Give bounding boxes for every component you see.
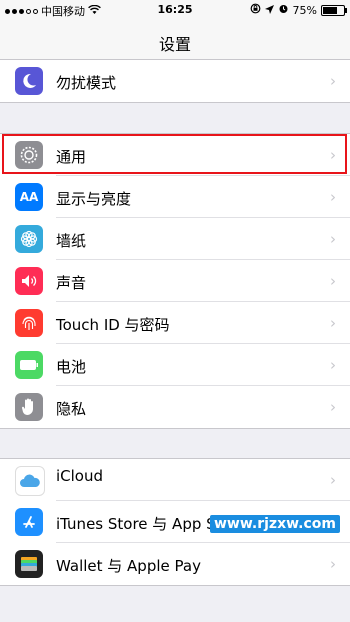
row-label: iCloud xyxy=(56,467,104,485)
settings-group-1: 勿扰模式 › xyxy=(0,59,350,103)
speaker-icon xyxy=(15,267,43,295)
settings-row-wallet-apple-pay[interactable]: Wallet 与 Apple Pay › xyxy=(0,543,350,585)
settings-row-touch-id[interactable]: Touch ID 与密码 › xyxy=(0,302,350,344)
gear-icon xyxy=(15,141,43,169)
moon-icon xyxy=(15,67,43,95)
chevron-right-icon: › xyxy=(330,230,336,248)
status-bar: 中国移动 16:25 75% xyxy=(0,0,350,20)
wallet-icon xyxy=(15,550,43,578)
chevron-right-icon: › xyxy=(330,471,336,489)
chevron-right-icon: › xyxy=(330,314,336,332)
nav-bar: 设置 xyxy=(0,20,350,64)
location-icon xyxy=(264,4,274,17)
settings-row-wallpaper[interactable]: 墙纸 › xyxy=(0,218,350,260)
wallpaper-flower-icon xyxy=(15,225,43,253)
settings-group-2: 通用 › AA 显示与亮度 › 墙纸 › 声音 › Touch ID 与密码 › xyxy=(0,133,350,429)
app-store-icon xyxy=(15,508,43,536)
chevron-right-icon: › xyxy=(330,398,336,416)
row-label: Wallet 与 Apple Pay xyxy=(56,557,201,575)
settings-row-privacy[interactable]: 隐私 › xyxy=(0,386,350,428)
battery-status-icon xyxy=(321,4,347,16)
fingerprint-icon xyxy=(15,309,43,337)
row-label: 显示与亮度 xyxy=(56,190,132,208)
settings-row-general[interactable]: 通用 › xyxy=(0,134,350,176)
row-label: Touch ID 与密码 xyxy=(56,316,170,334)
hand-icon xyxy=(15,393,43,421)
row-label: 隐私 xyxy=(56,400,87,418)
rotation-lock-icon xyxy=(250,3,261,17)
chevron-right-icon: › xyxy=(330,272,336,290)
display-aa-icon: AA xyxy=(15,183,43,211)
row-label: 通用 xyxy=(56,148,87,166)
chevron-right-icon: › xyxy=(330,72,336,90)
chevron-right-icon: › xyxy=(330,356,336,374)
chevron-right-icon: › xyxy=(330,188,336,206)
status-right: 75% xyxy=(250,3,347,17)
alarm-icon xyxy=(278,3,289,17)
battery-icon xyxy=(15,351,43,379)
settings-row-do-not-disturb[interactable]: 勿扰模式 › xyxy=(0,60,350,102)
row-label: 电池 xyxy=(56,358,87,376)
cloud-icon xyxy=(15,466,45,496)
row-label: 墙纸 xyxy=(56,232,87,250)
settings-row-battery[interactable]: 电池 › xyxy=(0,344,350,386)
settings-row-sounds[interactable]: 声音 › xyxy=(0,260,350,302)
row-label: 声音 xyxy=(56,274,87,292)
chevron-right-icon: › xyxy=(330,146,336,164)
row-label: 勿扰模式 xyxy=(56,74,117,92)
page-title: 设置 xyxy=(158,35,191,54)
chevron-right-icon: › xyxy=(330,555,336,573)
settings-row-display-brightness[interactable]: AA 显示与亮度 › xyxy=(0,176,350,218)
battery-percent: 75% xyxy=(292,3,317,17)
watermark: www.rjzxw.com xyxy=(210,515,340,533)
settings-row-icloud[interactable]: iCloud › xyxy=(0,459,350,501)
